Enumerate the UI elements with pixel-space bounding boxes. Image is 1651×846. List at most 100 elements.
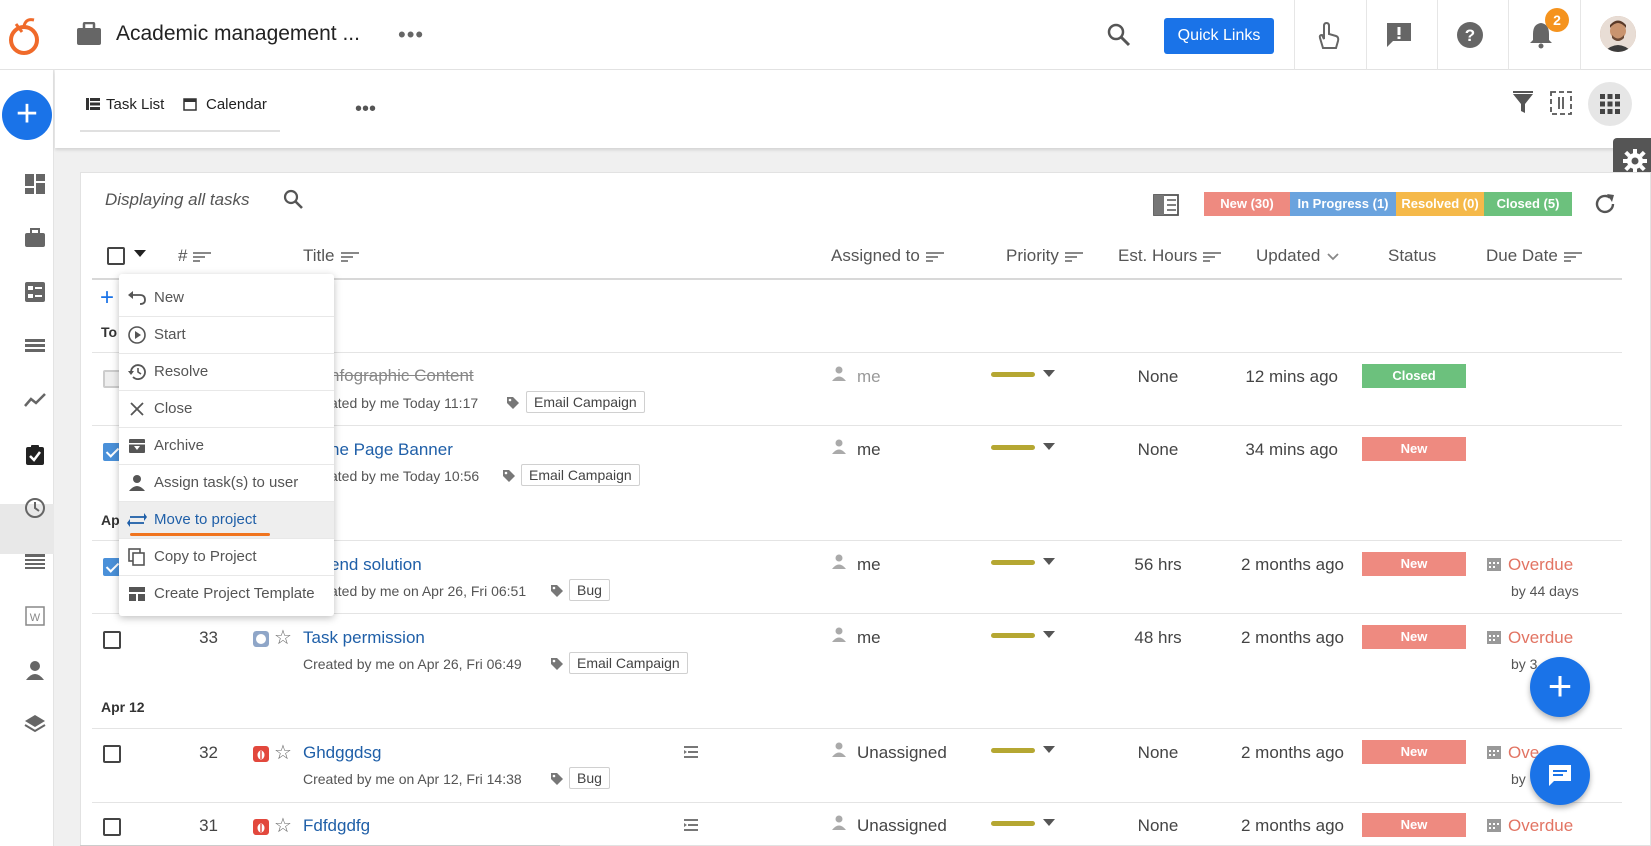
priority-dropdown[interactable] (1043, 370, 1055, 377)
sort-toggle-icon[interactable] (1548, 90, 1574, 116)
tab-task-list[interactable]: Task List (106, 96, 164, 113)
task-tag[interactable]: Bug (569, 579, 610, 601)
task-title[interactable]: ne Page Banner (330, 440, 453, 460)
priority-dropdown[interactable] (1043, 443, 1055, 450)
create-new-button[interactable]: + (2, 90, 52, 140)
task-assignee[interactable]: me (857, 367, 881, 387)
menu-item-resolve[interactable]: Resolve (119, 354, 334, 391)
menu-item-copy-to-project[interactable]: Copy to Project (119, 539, 334, 576)
menu-item-new[interactable]: New (119, 280, 334, 317)
task-tag[interactable]: Email Campaign (569, 652, 688, 674)
projects-icon[interactable] (24, 227, 46, 249)
task-tag[interactable]: Email Campaign (526, 391, 645, 413)
task-assignee[interactable]: Unassigned (857, 816, 947, 836)
star-icon[interactable]: ☆ (274, 625, 292, 650)
column-header-est-hours[interactable]: Est. Hours (1118, 246, 1222, 266)
status-filter-new[interactable]: New (30) (1204, 192, 1290, 216)
menu-item-start[interactable]: Start (119, 317, 334, 354)
user-icon[interactable] (24, 659, 46, 681)
title-more-button[interactable]: ••• (398, 22, 424, 48)
checklist-icon[interactable] (24, 281, 46, 303)
analytics-icon[interactable] (24, 389, 46, 411)
row-checkbox[interactable] (103, 745, 121, 763)
quick-links-button[interactable]: Quick Links (1164, 18, 1274, 54)
apps-grid-button[interactable] (1588, 82, 1632, 126)
status-filter-closed[interactable]: Closed (5) (1484, 192, 1572, 216)
layout-toggle-icon[interactable] (1153, 194, 1179, 216)
task-tag[interactable]: Bug (569, 767, 610, 789)
priority-bar[interactable] (991, 821, 1035, 826)
task-assignee[interactable]: me (857, 440, 881, 460)
priority-bar[interactable] (991, 445, 1035, 450)
status-filter-resolved[interactable]: Resolved (0) (1396, 192, 1484, 216)
column-header-number[interactable]: # (178, 246, 212, 266)
top-bar: Academic management ... ••• Quick Links … (0, 0, 1651, 70)
priority-dropdown[interactable] (1043, 558, 1055, 565)
task-assignee[interactable]: me (857, 555, 881, 575)
status-badge[interactable]: New (1362, 813, 1466, 837)
avatar[interactable] (1600, 16, 1636, 52)
feedback-icon[interactable] (1384, 20, 1414, 50)
filter-icon[interactable] (1510, 90, 1536, 116)
priority-bar[interactable] (991, 633, 1035, 638)
timesheet-icon[interactable] (24, 551, 46, 573)
priority-dropdown[interactable] (1043, 746, 1055, 753)
add-task-button[interactable]: + (100, 284, 114, 312)
status-badge[interactable]: New (1362, 740, 1466, 764)
priority-dropdown[interactable] (1043, 631, 1055, 638)
status-badge[interactable]: Closed (1362, 364, 1466, 388)
task-title[interactable]: end solution (330, 555, 422, 575)
search-icon[interactable] (282, 188, 304, 210)
star-icon[interactable]: ☆ (274, 813, 292, 838)
search-icon[interactable] (1106, 22, 1132, 48)
menu-item-close[interactable]: Close (119, 391, 334, 428)
star-icon[interactable]: ☆ (274, 740, 292, 765)
wiki-icon[interactable]: W (24, 605, 46, 627)
column-header-due-date[interactable]: Due Date (1486, 246, 1582, 266)
column-header-assigned[interactable]: Assigned to (831, 246, 944, 266)
app-logo-icon[interactable] (6, 16, 42, 56)
view-more-button[interactable]: ••• (355, 98, 376, 121)
menu-item-archive[interactable]: Archive (119, 428, 334, 465)
select-all-checkbox[interactable] (107, 247, 125, 265)
priority-bar[interactable] (991, 560, 1035, 565)
app-title[interactable]: Academic management ... (116, 22, 360, 46)
task-title[interactable]: Ghdggdsg (303, 743, 381, 763)
clock-icon[interactable] (24, 497, 46, 519)
layers-icon[interactable] (24, 713, 46, 735)
tasks-icon[interactable] (24, 444, 46, 466)
menu-item-move-to-project[interactable]: Move to project (119, 502, 334, 539)
task-number: 33 (199, 628, 218, 647)
chat-fab[interactable] (1530, 745, 1590, 805)
refresh-icon[interactable] (1593, 192, 1617, 216)
task-title[interactable]: Fdfdgdfg (303, 816, 370, 836)
task-title[interactable]: Task permission (303, 628, 425, 648)
task-assignee[interactable]: Unassigned (857, 743, 947, 763)
priority-dropdown[interactable] (1043, 819, 1055, 826)
menu-item-create-template[interactable]: Create Project Template (119, 576, 334, 613)
column-header-priority[interactable]: Priority (1006, 246, 1083, 266)
dashboard-icon[interactable] (24, 173, 46, 195)
touch-icon[interactable] (1312, 20, 1342, 50)
status-badge[interactable]: New (1362, 625, 1466, 649)
bulk-action-dropdown[interactable] (134, 250, 146, 257)
tab-calendar[interactable]: Calendar (206, 96, 267, 113)
menu-item-assign[interactable]: Assign task(s) to user (119, 465, 334, 502)
task-title[interactable]: nfographic Content (330, 366, 474, 386)
list-icon[interactable] (24, 335, 46, 357)
priority-bar[interactable] (991, 372, 1035, 377)
column-header-updated[interactable]: Updated (1256, 246, 1340, 266)
column-header-title[interactable]: Title (303, 246, 359, 266)
task-tag[interactable]: Email Campaign (521, 464, 640, 486)
status-badge[interactable]: New (1362, 437, 1466, 461)
row-checkbox[interactable] (103, 818, 121, 836)
status-filter-in-progress[interactable]: In Progress (1) (1290, 192, 1396, 216)
row-checkbox[interactable] (103, 631, 121, 649)
priority-bar[interactable] (991, 748, 1035, 753)
column-header-status[interactable]: Status (1388, 246, 1436, 266)
help-icon[interactable]: ? (1455, 20, 1485, 50)
add-task-fab[interactable]: + (1530, 657, 1590, 717)
menu-item-label: Resolve (154, 363, 209, 380)
status-badge[interactable]: New (1362, 552, 1466, 576)
task-assignee[interactable]: me (857, 628, 881, 648)
